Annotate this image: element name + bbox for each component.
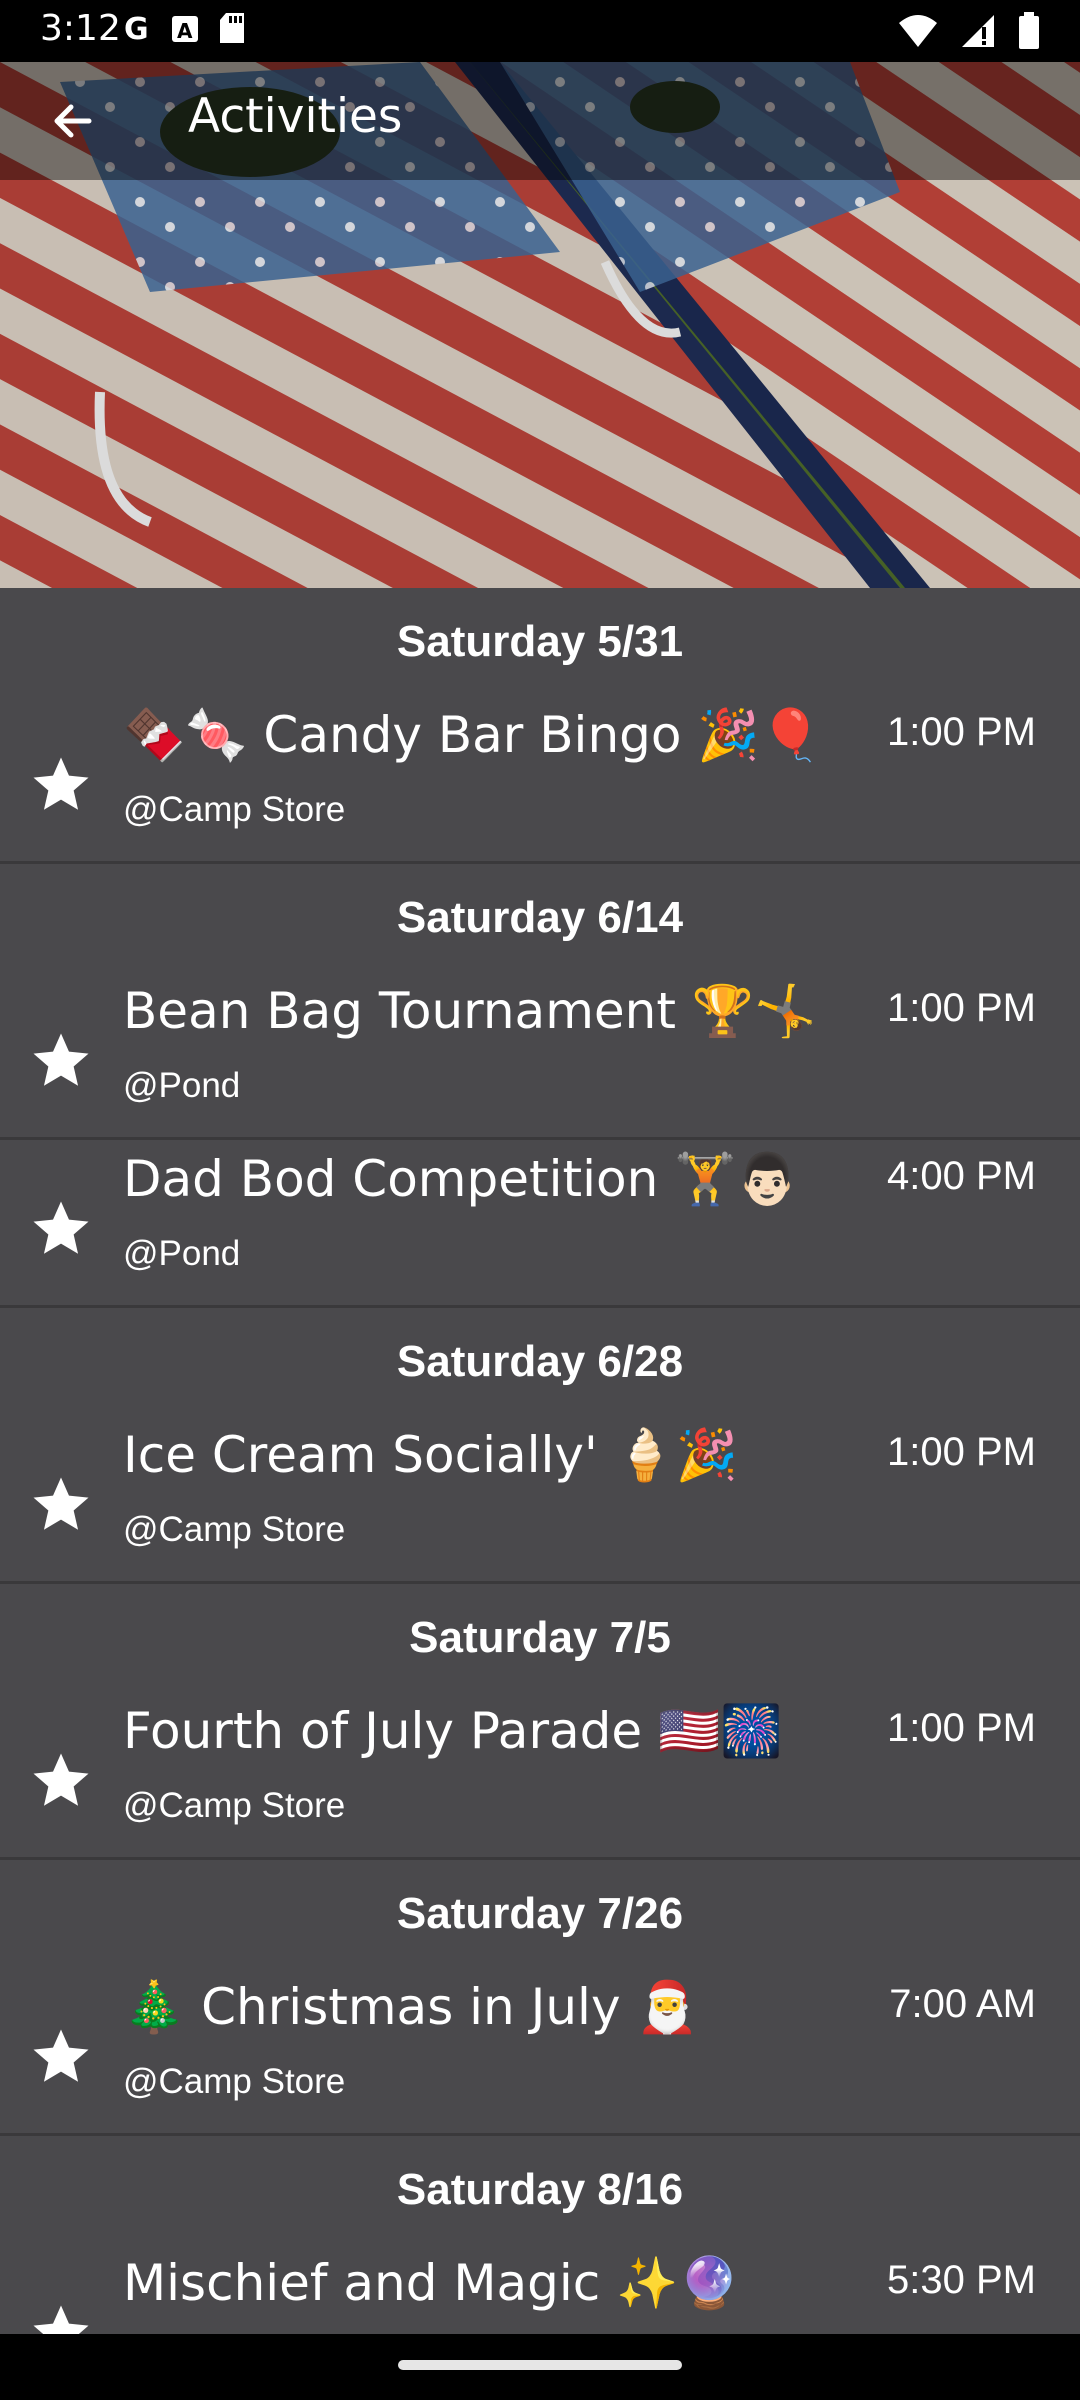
system-nav-bar — [0, 2334, 1080, 2400]
activity-time: 1:00 PM — [887, 1430, 1036, 1474]
activity-item[interactable]: Ice Cream Socially' 🍦🎉 @Camp Store 1:00 … — [0, 1416, 1080, 1584]
activity-location: @Camp Store — [123, 1510, 346, 1549]
text-icon: A — [170, 13, 200, 47]
activity-item[interactable]: 🍫🍬 Candy Bar Bingo 🎉🎈 @Camp Store 1:00 P… — [0, 696, 1080, 864]
battery-icon — [1018, 12, 1040, 54]
page-title: Activities — [188, 89, 403, 144]
activity-location: @Pond — [123, 1234, 241, 1273]
activity-time: 1:00 PM — [887, 710, 1036, 754]
activity-time: 1:00 PM — [887, 1706, 1036, 1750]
star-icon[interactable] — [28, 1472, 94, 1538]
activity-location: @Camp Store — [123, 1786, 346, 1825]
activity-list[interactable]: Saturday 5/31 🍫🍬 Candy Bar Bingo 🎉🎈 @Cam… — [0, 588, 1080, 2400]
activity-location: @Camp Store — [123, 790, 346, 829]
activity-time: 5:30 PM — [887, 2258, 1036, 2302]
date-header: Saturday 5/31 — [396, 617, 684, 666]
activity-title: Bean Bag Tournament 🏆🤸 — [123, 982, 817, 1040]
activity-location: @Camp Store — [123, 2062, 346, 2101]
sd-card-icon — [218, 12, 246, 48]
date-header: Saturday 6/28 — [396, 1337, 684, 1386]
activity-title: Mischief and Magic ✨🔮 — [123, 2254, 741, 2312]
svg-text:A: A — [177, 19, 193, 43]
activity-time: 4:00 PM — [887, 1154, 1036, 1198]
app-bar: Activities — [0, 62, 1080, 180]
back-button[interactable] — [36, 84, 110, 158]
google-icon: G — [122, 12, 152, 47]
activity-item[interactable]: 🎄 Christmas in July 🎅 @Camp Store 7:00 A… — [0, 1968, 1080, 2136]
activity-title: Fourth of July Parade 🇺🇸🎆 — [123, 1702, 783, 1760]
activity-title: Ice Cream Socially' 🍦🎉 — [123, 1426, 739, 1484]
activity-item[interactable]: Fourth of July Parade 🇺🇸🎆 @Camp Store 1:… — [0, 1692, 1080, 1860]
star-icon[interactable] — [28, 1196, 94, 1262]
wifi-icon — [898, 13, 938, 53]
arrow-left-icon — [54, 104, 92, 138]
date-header: Saturday 7/26 — [396, 1889, 684, 1938]
activity-time: 7:00 AM — [889, 1982, 1036, 2026]
date-header: Saturday 8/16 — [396, 2165, 684, 2214]
activities-screen: 3:12 G A Activities Saturday 5/31 🍫🍬 Can… — [0, 0, 1080, 2400]
star-icon[interactable] — [28, 1748, 94, 1814]
activity-item[interactable]: Bean Bag Tournament 🏆🤸 @Pond 1:00 PM — [0, 972, 1080, 1140]
activity-title: 🎄 Christmas in July 🎅 — [123, 1978, 699, 2036]
star-icon[interactable] — [28, 2024, 94, 2090]
status-bar: 3:12 G A — [0, 0, 1080, 62]
date-header: Saturday 7/5 — [409, 1613, 671, 1662]
home-gesture-handle[interactable] — [398, 2360, 682, 2370]
status-right-icons — [898, 12, 1040, 54]
activity-item[interactable]: Dad Bod Competition 🏋️👨🏻 @Pond 4:00 PM — [0, 1140, 1080, 1308]
signal-icon — [960, 13, 996, 53]
activity-location: @Pond — [123, 1066, 241, 1105]
star-icon[interactable] — [28, 1028, 94, 1094]
svg-text:G: G — [124, 13, 149, 43]
activity-title: Dad Bod Competition 🏋️👨🏻 — [123, 1150, 799, 1208]
activity-time: 1:00 PM — [887, 986, 1036, 1030]
status-left-icons: G A — [122, 12, 246, 48]
star-icon[interactable] — [28, 752, 94, 818]
status-time: 3:12 — [40, 8, 121, 49]
activity-title: 🍫🍬 Candy Bar Bingo 🎉🎈 — [123, 706, 822, 764]
date-header: Saturday 6/14 — [396, 893, 684, 942]
